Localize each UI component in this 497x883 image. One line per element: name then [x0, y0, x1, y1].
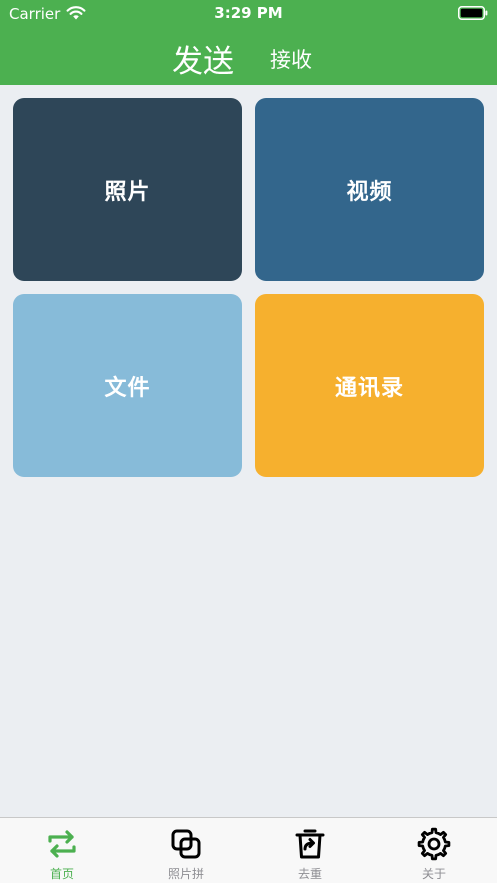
top-tabs: 发送 接收	[0, 34, 497, 80]
tab-about-label: 关于	[421, 867, 446, 881]
status-bar: Carrier 3:29 PM	[0, 0, 497, 28]
tab-home[interactable]: 首页	[0, 818, 124, 883]
battery-icon	[458, 6, 488, 20]
tab-dedupe-label: 去重	[297, 867, 322, 881]
files-tile-label: 文件	[104, 375, 151, 401]
screen: Carrier 3:29 PM 发送 接收 照片 视频 文件 通讯录 首页 照片…	[0, 0, 497, 883]
tab-dedupe[interactable]: 去重	[248, 818, 372, 883]
overlap-squares-icon	[171, 829, 201, 859]
tab-home-label: 首页	[49, 867, 74, 881]
tab-send[interactable]: 发送	[172, 36, 234, 81]
header: Carrier 3:29 PM 发送 接收	[0, 0, 497, 85]
photos-tile[interactable]: 照片	[13, 98, 242, 281]
files-tile[interactable]: 文件	[13, 294, 242, 477]
bottom-tab-bar: 首页 照片拼 去重 关于	[0, 817, 497, 883]
photos-tile-label: 照片	[104, 179, 151, 205]
trash-share-icon	[295, 829, 325, 859]
swap-arrows-icon	[48, 830, 76, 858]
tab-receive[interactable]: 接收	[270, 44, 312, 74]
clock: 3:29 PM	[214, 4, 283, 22]
contacts-tile[interactable]: 通讯录	[255, 294, 484, 477]
tab-about[interactable]: 关于	[372, 818, 496, 883]
videos-tile[interactable]: 视频	[255, 98, 484, 281]
tab-collage[interactable]: 照片拼	[124, 818, 248, 883]
videos-tile-label: 视频	[346, 179, 393, 205]
contacts-tile-label: 通讯录	[334, 375, 404, 401]
gear-icon	[417, 827, 451, 861]
tab-collage-label: 照片拼	[167, 867, 204, 881]
